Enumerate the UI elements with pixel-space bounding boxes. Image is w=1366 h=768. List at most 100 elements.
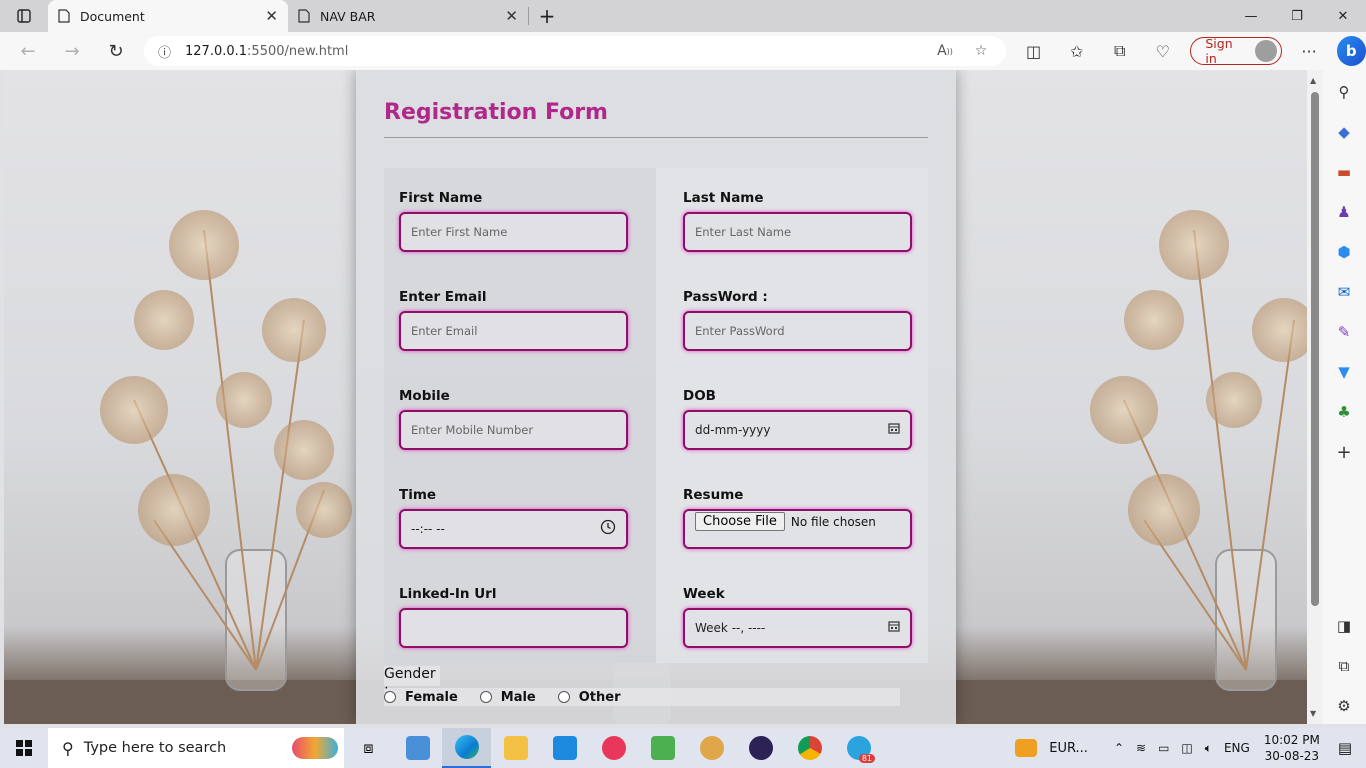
registration-form: Registration Form First Name Enter First… <box>356 70 956 724</box>
designer-icon[interactable]: ✎ <box>1334 322 1354 342</box>
sidebar-toggle-icon[interactable]: ◨ <box>1334 616 1354 636</box>
female-radio[interactable] <box>384 691 396 703</box>
chrome-app[interactable] <box>785 728 834 768</box>
weather-icon[interactable] <box>1015 739 1038 757</box>
week-cell: Week Week --, ---- <box>656 564 928 663</box>
tab-document[interactable]: Document ✕ <box>48 0 288 32</box>
female-label[interactable]: Female <box>405 690 458 705</box>
calendar-icon[interactable] <box>888 422 900 438</box>
last-name-placeholder: Enter Last Name <box>695 225 792 239</box>
linkedin-url-input[interactable] <box>399 608 628 648</box>
battery-icon[interactable]: ▭ <box>1158 741 1169 755</box>
close-window-button[interactable]: ✕ <box>1320 0 1366 32</box>
office-icon[interactable]: ⬢ <box>1334 242 1354 262</box>
url-text[interactable]: 127.0.0.1:5500/new.html <box>185 44 934 59</box>
start-button[interactable] <box>0 728 48 768</box>
male-radio[interactable] <box>479 691 492 703</box>
shopping-icon[interactable]: ◆ <box>1334 122 1354 142</box>
scroll-thumb[interactable] <box>1311 92 1319 606</box>
read-aloud-icon[interactable]: A)) <box>934 40 956 62</box>
add-icon[interactable]: + <box>1334 442 1354 463</box>
close-tab-icon[interactable]: ✕ <box>265 7 278 25</box>
drop-icon[interactable]: ▼ <box>1334 362 1354 382</box>
close-tab-icon[interactable]: ✕ <box>505 7 518 25</box>
notifications-icon[interactable]: ▤ <box>1338 739 1352 757</box>
edge-app[interactable] <box>442 728 491 768</box>
explorer-app[interactable] <box>393 728 442 768</box>
favorite-star-icon[interactable]: ☆ <box>970 40 992 62</box>
restore-button[interactable]: ❐ <box>1274 0 1320 32</box>
linkedin-label: Linked-In Url <box>399 586 497 602</box>
refresh-button[interactable]: ↻ <box>94 32 138 70</box>
folder-icon <box>503 736 528 760</box>
new-tab-button[interactable]: + <box>529 0 565 32</box>
dob-input[interactable]: dd-mm-yyyy <box>683 410 912 450</box>
chevron-up-icon[interactable]: ⌃ <box>1114 741 1124 755</box>
weather-text[interactable]: EUR... <box>1049 741 1088 756</box>
email-input[interactable]: Enter Email <box>399 311 628 351</box>
scroll-up-icon[interactable]: ▲ <box>1310 76 1316 85</box>
scroll-down-icon[interactable]: ▼ <box>1310 709 1316 718</box>
taskbar-search[interactable]: ⚲ Type here to search <box>48 728 344 768</box>
page-scrollbar[interactable]: ▲ ▼ <box>1307 70 1323 724</box>
games-icon[interactable]: ♟ <box>1334 202 1354 222</box>
media-app[interactable] <box>589 728 638 768</box>
clock-icon[interactable] <box>600 519 616 539</box>
address-bar[interactable]: ⓘ 127.0.0.1:5500/new.html A)) ☆ <box>144 36 1006 66</box>
choose-file-button[interactable]: Choose File <box>695 512 785 531</box>
chart-app[interactable] <box>638 728 687 768</box>
volume-icon[interactable]: 🔈︎ <box>1205 741 1212 756</box>
last-name-cell: Last Name Enter Last Name <box>656 168 928 267</box>
other-radio[interactable] <box>557 691 570 703</box>
more-menu-icon[interactable]: ··· <box>1288 32 1331 70</box>
minimize-button[interactable]: — <box>1228 0 1274 32</box>
other-label[interactable]: Other <box>579 690 621 705</box>
url-host: 127.0.0.1 <box>185 43 248 59</box>
telegram-app[interactable]: 81 <box>834 728 883 768</box>
vscode-icon <box>552 736 577 760</box>
tab-nav-bar[interactable]: NAV BAR ✕ <box>288 0 528 32</box>
file-explorer-app[interactable] <box>491 728 540 768</box>
week-input[interactable]: Week --, ---- <box>683 608 912 648</box>
settings-gear-icon[interactable]: ⚙ <box>1334 696 1354 716</box>
tree-icon[interactable]: ♣ <box>1334 402 1354 422</box>
eclipse-icon <box>748 736 773 760</box>
clock[interactable]: 10:02 PM 30-08-23 <box>1264 732 1320 764</box>
tools-icon[interactable]: ▬ <box>1334 162 1354 182</box>
time-input[interactable]: --:-- -- <box>399 509 628 549</box>
vscode-app[interactable] <box>540 728 589 768</box>
week-label: Week <box>683 586 725 602</box>
task-view-button[interactable]: ⧈ <box>344 728 393 768</box>
window-controls: — ❐ ✕ <box>1228 0 1366 32</box>
email-label: Enter Email <box>399 289 487 305</box>
favorites-icon[interactable]: ✩ <box>1055 32 1098 70</box>
search-icon[interactable]: ⚲ <box>1334 82 1354 102</box>
external-link-icon[interactable]: ⧉ <box>1334 656 1354 676</box>
collections-icon[interactable]: ⧉ <box>1098 32 1141 70</box>
browser-essentials-icon[interactable]: ♡ <box>1141 32 1184 70</box>
sign-in-button[interactable]: Sign in <box>1190 36 1282 66</box>
male-label[interactable]: Male <box>501 690 536 705</box>
split-screen-icon[interactable]: ◫ <box>1012 32 1055 70</box>
outlook-icon[interactable]: ✉ <box>1334 282 1354 302</box>
info-icon[interactable]: ⓘ <box>158 42 171 61</box>
eclipse-app[interactable] <box>736 728 785 768</box>
password-input[interactable]: Enter PassWord <box>683 311 912 351</box>
calendar-icon[interactable] <box>888 620 900 636</box>
last-name-input[interactable]: Enter Last Name <box>683 212 912 252</box>
mobile-input[interactable]: Enter Mobile Number <box>399 410 628 450</box>
copilot-icon[interactable]: b <box>1336 36 1366 66</box>
form-grid: First Name Enter First Name Last Name En… <box>384 168 928 663</box>
forward-button[interactable]: → <box>50 32 94 70</box>
page-icon <box>58 9 70 23</box>
language-indicator[interactable]: ENG <box>1224 741 1250 755</box>
search-highlight-image <box>292 737 338 759</box>
back-button[interactable]: ← <box>6 32 50 70</box>
first-name-input[interactable]: Enter First Name <box>399 212 628 252</box>
form-row: Linked-In Url Week Week --, ---- <box>384 564 928 663</box>
meet-icon[interactable]: ◫ <box>1181 741 1192 755</box>
wifi-icon[interactable]: ≋ <box>1136 741 1146 755</box>
paint-app[interactable] <box>687 728 736 768</box>
system-tray: EUR... ⌃ ≋ ▭ ◫ 🔈︎ ENG 10:02 PM 30-08-23 … <box>1009 728 1366 768</box>
tab-actions-button[interactable] <box>0 0 48 32</box>
